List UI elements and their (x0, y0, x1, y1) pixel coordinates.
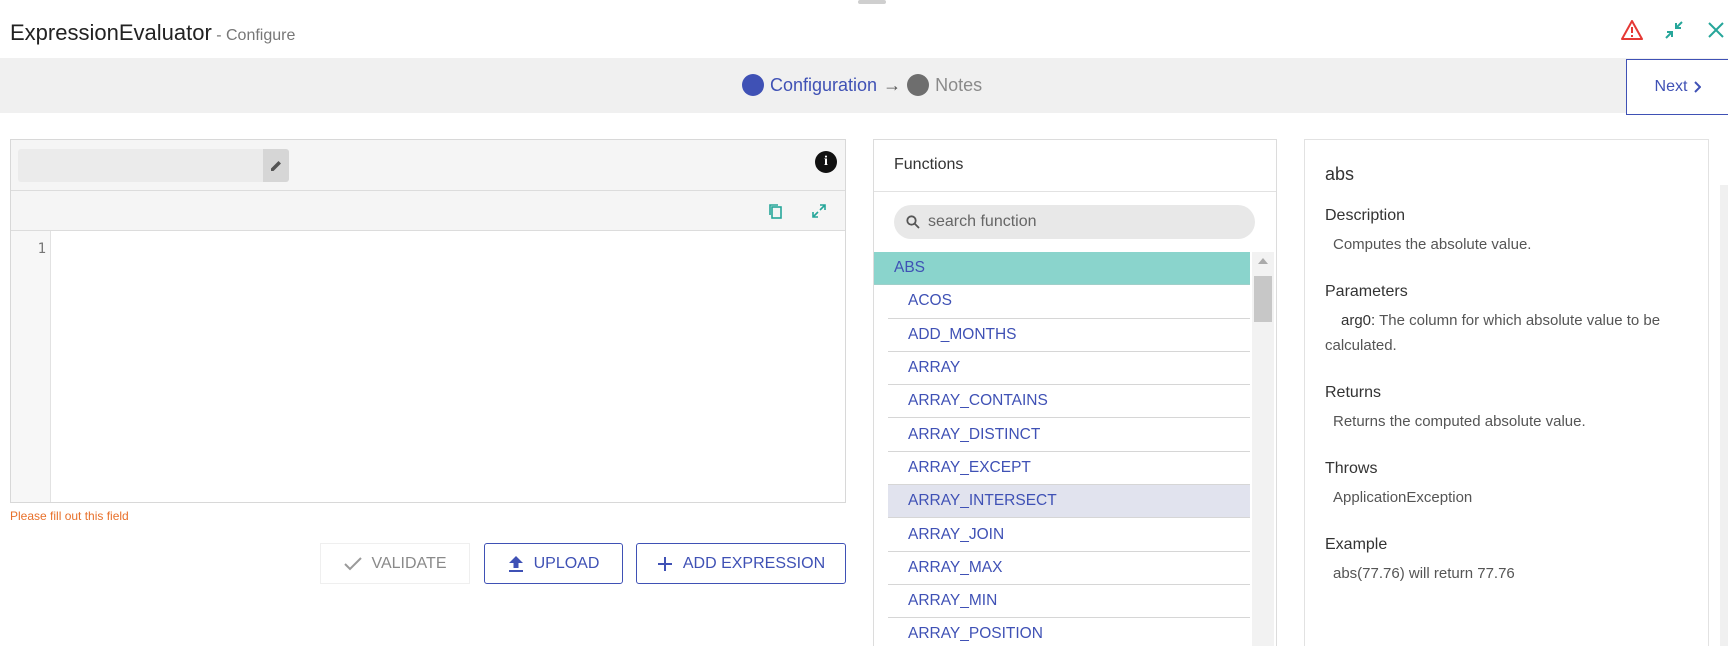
chevron-right-icon (1694, 81, 1702, 93)
list-item[interactable]: ARRAY_MAX (888, 552, 1250, 585)
validate-button[interactable]: VALIDATE (320, 543, 470, 584)
list-item[interactable]: ABS (874, 252, 1250, 286)
page-title: ExpressionEvaluator - Configure (10, 20, 295, 46)
list-item[interactable]: ACOS (888, 285, 1250, 319)
function-list: ABS ACOS ADD_MONTHS ARRAY ARRAY_CONTAINS… (874, 252, 1250, 646)
expression-editor: i 1 (10, 139, 846, 503)
plus-icon (657, 556, 672, 571)
list-item[interactable]: ARRAY_CONTAINS (888, 385, 1250, 419)
warning-icon[interactable] (1620, 18, 1644, 42)
close-icon[interactable] (1704, 18, 1728, 42)
list-item[interactable]: ARRAY_INTERSECT (888, 485, 1250, 519)
check-icon (343, 556, 362, 570)
returns-label: Returns (1325, 384, 1382, 401)
example-section: Example abs(77.76) will return 77.76 (1325, 536, 1688, 586)
edit-name-button[interactable] (263, 149, 289, 182)
upload-button[interactable]: UPLOAD (484, 543, 623, 584)
expression-evaluator-dialog: ExpressionEvaluator - Configure Configur… (0, 0, 1728, 646)
list-item[interactable]: ARRAY (888, 352, 1250, 386)
list-item[interactable]: ARRAY_JOIN (888, 518, 1250, 552)
page-scrollbar[interactable] (1720, 185, 1728, 646)
list-item[interactable]: ARRAY_EXCEPT (888, 452, 1250, 486)
function-name: abs (1325, 164, 1355, 184)
description-section: Description Computes the absolute value. (1325, 207, 1688, 257)
step-notes-dot (907, 74, 930, 96)
throws-section: Throws ApplicationException (1325, 460, 1688, 510)
add-expression-label: ADD EXPRESSION (682, 554, 826, 572)
list-item[interactable]: ARRAY_DISTINCT (888, 418, 1250, 452)
list-item[interactable]: ADD_MONTHS (888, 319, 1250, 352)
returns-section: Returns Returns the computed absolute va… (1325, 384, 1688, 434)
param-name: arg0: (1341, 312, 1376, 329)
expression-name-field[interactable] (18, 149, 267, 182)
function-details-panel: abs Description Computes the absolute va… (1304, 139, 1709, 646)
functions-title: Functions (874, 140, 1276, 192)
step-arrow: → (883, 74, 902, 95)
line-number: 1 (37, 241, 46, 257)
next-button[interactable]: Next (1626, 59, 1728, 115)
description-label: Description (1325, 207, 1406, 224)
scroll-up-arrow-icon[interactable] (1258, 258, 1268, 264)
validate-label: VALIDATE (371, 554, 447, 572)
expand-icon[interactable] (811, 203, 827, 219)
expression-name-bar: i (11, 140, 845, 191)
returns-value: Returns the computed absolute value. (1333, 413, 1586, 430)
parameters-label: Parameters (1325, 283, 1408, 300)
line-gutter: 1 (11, 231, 51, 502)
list-item[interactable]: ARRAY_MIN (888, 585, 1250, 619)
parameters-value: arg0: The column for which absolute valu… (1325, 308, 1688, 358)
parameters-section: Parameters arg0: The column for which ab… (1325, 283, 1688, 358)
function-list-scrollbar[interactable] (1252, 252, 1274, 646)
code-area[interactable]: 1 (11, 231, 845, 502)
next-label: Next (1654, 78, 1688, 95)
example-value: abs(77.76) will return 77.76 (1333, 565, 1515, 582)
step-notes[interactable]: Notes (935, 75, 982, 96)
search-box[interactable] (894, 205, 1255, 239)
copy-icon[interactable] (767, 203, 783, 219)
param-description: The column for which absolute value to b… (1325, 312, 1661, 354)
search-input[interactable] (928, 213, 1228, 231)
minimize-icon[interactable] (1662, 18, 1686, 42)
stepper: Configuration → Notes (742, 74, 982, 96)
list-item[interactable]: ARRAY_POSITION (888, 618, 1250, 646)
subtitle-text: - Configure (211, 27, 296, 44)
throws-label: Throws (1325, 460, 1378, 477)
validation-error: Please fill out this field (10, 509, 129, 523)
description-value: Computes the absolute value. (1333, 236, 1532, 253)
title-text: ExpressionEvaluator (10, 20, 212, 45)
step-configuration-dot (742, 74, 764, 96)
add-expression-button[interactable]: ADD EXPRESSION (636, 543, 846, 584)
search-icon (906, 215, 920, 229)
step-configuration[interactable]: Configuration (770, 75, 877, 96)
editor-toolbar (11, 191, 845, 231)
upload-label: UPLOAD (533, 554, 600, 572)
scroll-thumb[interactable] (1254, 276, 1272, 322)
info-icon[interactable]: i (815, 151, 837, 173)
step-bar: Configuration → Notes (0, 58, 1728, 113)
pencil-icon (271, 160, 281, 171)
example-label: Example (1325, 536, 1388, 553)
functions-panel: Functions ABS ACOS ADD_MONTHS ARRAY ARRA… (873, 139, 1277, 646)
header-icons (1620, 18, 1728, 42)
header: ExpressionEvaluator - Configure (0, 0, 1728, 58)
upload-icon (508, 555, 523, 572)
throws-value: ApplicationException (1333, 489, 1473, 506)
